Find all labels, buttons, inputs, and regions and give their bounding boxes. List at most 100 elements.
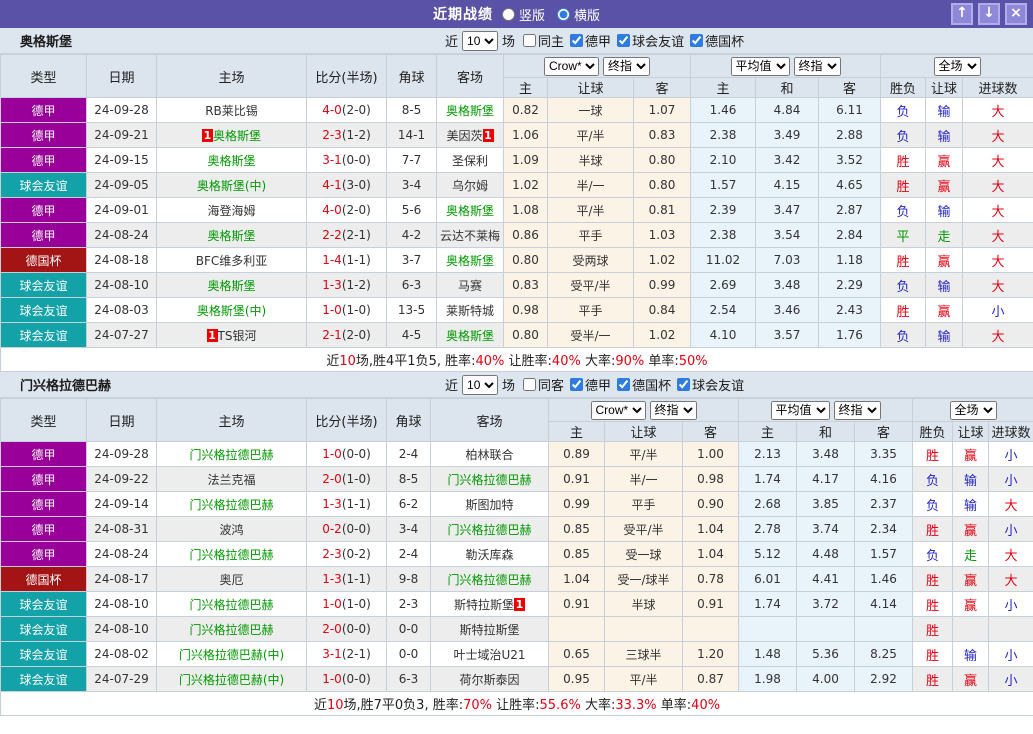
odds-cell: 0.78 bbox=[683, 567, 739, 592]
sub-column-header: 和 bbox=[756, 78, 819, 98]
goals-result-cell: 小 bbox=[989, 442, 1033, 467]
outcome-result-cell: 负 bbox=[881, 323, 926, 348]
odds-cell: 1.09 bbox=[504, 148, 548, 173]
outcome-result-cell: 负 bbox=[913, 492, 953, 517]
header-select[interactable]: 平均值 bbox=[731, 57, 790, 76]
header-select[interactable]: Crow* bbox=[591, 401, 646, 420]
odds-source-select-group: 平均值终指 bbox=[739, 399, 913, 422]
odds-cell: 0.80 bbox=[504, 248, 548, 273]
competition-type-cell: 德甲 bbox=[1, 467, 87, 492]
layout-radio-input[interactable] bbox=[502, 8, 515, 21]
score-cell: 2-3(0-2) bbox=[307, 542, 387, 567]
date-cell: 24-09-15 bbox=[87, 148, 157, 173]
match-row: 德甲24-09-28门兴格拉德巴赫1-0(0-0)2-4柏林联合0.89平/半1… bbox=[1, 442, 1033, 467]
goals-result-cell: 大 bbox=[963, 273, 1033, 298]
full-time-score: 1-0 bbox=[322, 672, 342, 686]
home-team-name: BFC维多利亚 bbox=[196, 254, 268, 268]
odds-cell: 0.80 bbox=[504, 323, 548, 348]
header-select[interactable]: 终指 bbox=[603, 57, 650, 76]
corners-cell: 0-0 bbox=[387, 642, 431, 667]
column-header: 客场 bbox=[431, 399, 549, 442]
header-select[interactable]: 平均值 bbox=[771, 401, 830, 420]
header-select[interactable]: 终指 bbox=[834, 401, 881, 420]
scroll-down-button[interactable]: ↓ bbox=[978, 3, 1000, 25]
summary-text: 10 bbox=[339, 354, 356, 369]
outcome-result-cell: 胜 bbox=[881, 298, 926, 323]
goals-result-cell: 大 bbox=[989, 492, 1033, 517]
odds-cell: 0.65 bbox=[549, 642, 605, 667]
half-time-score: (0-2) bbox=[342, 547, 371, 561]
recent-count-select[interactable]: 10 bbox=[462, 375, 498, 395]
away-team-name: 马赛 bbox=[458, 279, 482, 293]
odds-cell: 2.68 bbox=[739, 492, 797, 517]
full-time-score: 1-3 bbox=[322, 497, 342, 511]
goals-result-cell: 小 bbox=[989, 592, 1033, 617]
full-time-score: 1-3 bbox=[322, 278, 342, 292]
full-time-score: 3-1 bbox=[322, 647, 342, 661]
filter-checkbox-德国杯[interactable] bbox=[690, 34, 703, 47]
handicap-result-cell: 输 bbox=[953, 492, 989, 517]
header-select[interactable]: Crow* bbox=[544, 57, 599, 76]
odds-cell: 3.57 bbox=[756, 323, 819, 348]
home-team-name: RB莱比锡 bbox=[205, 104, 258, 118]
odds-cell: 3.48 bbox=[756, 273, 819, 298]
layout-radio-input[interactable] bbox=[557, 8, 570, 21]
odds-cell: 1.57 bbox=[691, 173, 756, 198]
scroll-up-button[interactable]: ↑ bbox=[951, 3, 973, 25]
corners-cell: 3-7 bbox=[387, 248, 437, 273]
away-team-cell: 叶士域治U21 bbox=[431, 642, 549, 667]
goals-result-cell: 大 bbox=[963, 223, 1033, 248]
filter-checkbox-德甲[interactable] bbox=[570, 378, 583, 391]
header-select[interactable]: 终指 bbox=[650, 401, 697, 420]
filter-checkbox-同客[interactable] bbox=[523, 378, 536, 391]
filter-checkbox-label: 球会友谊 bbox=[632, 31, 684, 50]
date-cell: 24-08-31 bbox=[87, 517, 157, 542]
outcome-result-cell: 胜 bbox=[913, 442, 953, 467]
home-team-cell: 奥格斯堡 bbox=[157, 148, 307, 173]
odds-cell: 5.36 bbox=[797, 642, 855, 667]
goals-result-cell: 大 bbox=[963, 198, 1033, 223]
odds-cell: 平手 bbox=[548, 223, 634, 248]
recent-count-select[interactable]: 10 bbox=[462, 31, 498, 51]
close-button[interactable]: × bbox=[1005, 3, 1027, 25]
full-time-score: 2-3 bbox=[322, 128, 342, 142]
corners-cell: 5-6 bbox=[387, 198, 437, 223]
away-team-cell: 奥格斯堡 bbox=[437, 248, 504, 273]
half-time-score: (1-1) bbox=[342, 253, 371, 267]
half-time-score: (2-1) bbox=[342, 228, 371, 242]
handicap-result-cell: 输 bbox=[953, 467, 989, 492]
column-header: 日期 bbox=[87, 55, 157, 98]
header-select[interactable]: 全场 bbox=[950, 401, 997, 420]
away-team-name: 云达不莱梅 bbox=[440, 229, 500, 243]
corners-cell: 2-3 bbox=[387, 592, 431, 617]
panel-title: 近期战绩 bbox=[433, 4, 493, 24]
goals-result-cell: 大 bbox=[963, 173, 1033, 198]
full-time-score: 2-1 bbox=[322, 328, 342, 342]
score-cell: 1-0(1-0) bbox=[307, 592, 387, 617]
odds-cell: 0.86 bbox=[504, 223, 548, 248]
filter-checkbox-德甲[interactable] bbox=[570, 34, 583, 47]
competition-type-cell: 球会友谊 bbox=[1, 617, 87, 642]
filter-checkbox-label: 同主 bbox=[538, 31, 564, 50]
odds-cell: 1.00 bbox=[683, 442, 739, 467]
outcome-result-cell: 胜 bbox=[913, 567, 953, 592]
goals-result-cell: 大 bbox=[963, 123, 1033, 148]
header-select[interactable]: 全场 bbox=[934, 57, 981, 76]
header-select[interactable]: 终指 bbox=[794, 57, 841, 76]
column-header: 主场 bbox=[157, 55, 307, 98]
filter-checkbox-德国杯[interactable] bbox=[617, 378, 630, 391]
goals-result-cell: 小 bbox=[963, 298, 1033, 323]
filter-checkbox-球会友谊[interactable] bbox=[617, 34, 630, 47]
competition-type-cell: 德国杯 bbox=[1, 248, 87, 273]
filter-checkbox-球会友谊[interactable] bbox=[677, 378, 690, 391]
filter-checkbox-同主[interactable] bbox=[523, 34, 536, 47]
close-icon: × bbox=[1010, 6, 1022, 20]
summary-text: 让胜率: bbox=[504, 354, 552, 369]
away-team-cell: 荷尔斯泰因 bbox=[431, 667, 549, 692]
half-time-score: (1-2) bbox=[342, 278, 371, 292]
home-team-name: 波鸿 bbox=[219, 523, 243, 537]
odds-cell: 11.02 bbox=[691, 248, 756, 273]
odds-cell: 平/半 bbox=[548, 198, 634, 223]
odds-cell: 2.88 bbox=[819, 123, 881, 148]
home-team-cell: 奥格斯堡(中) bbox=[157, 173, 307, 198]
